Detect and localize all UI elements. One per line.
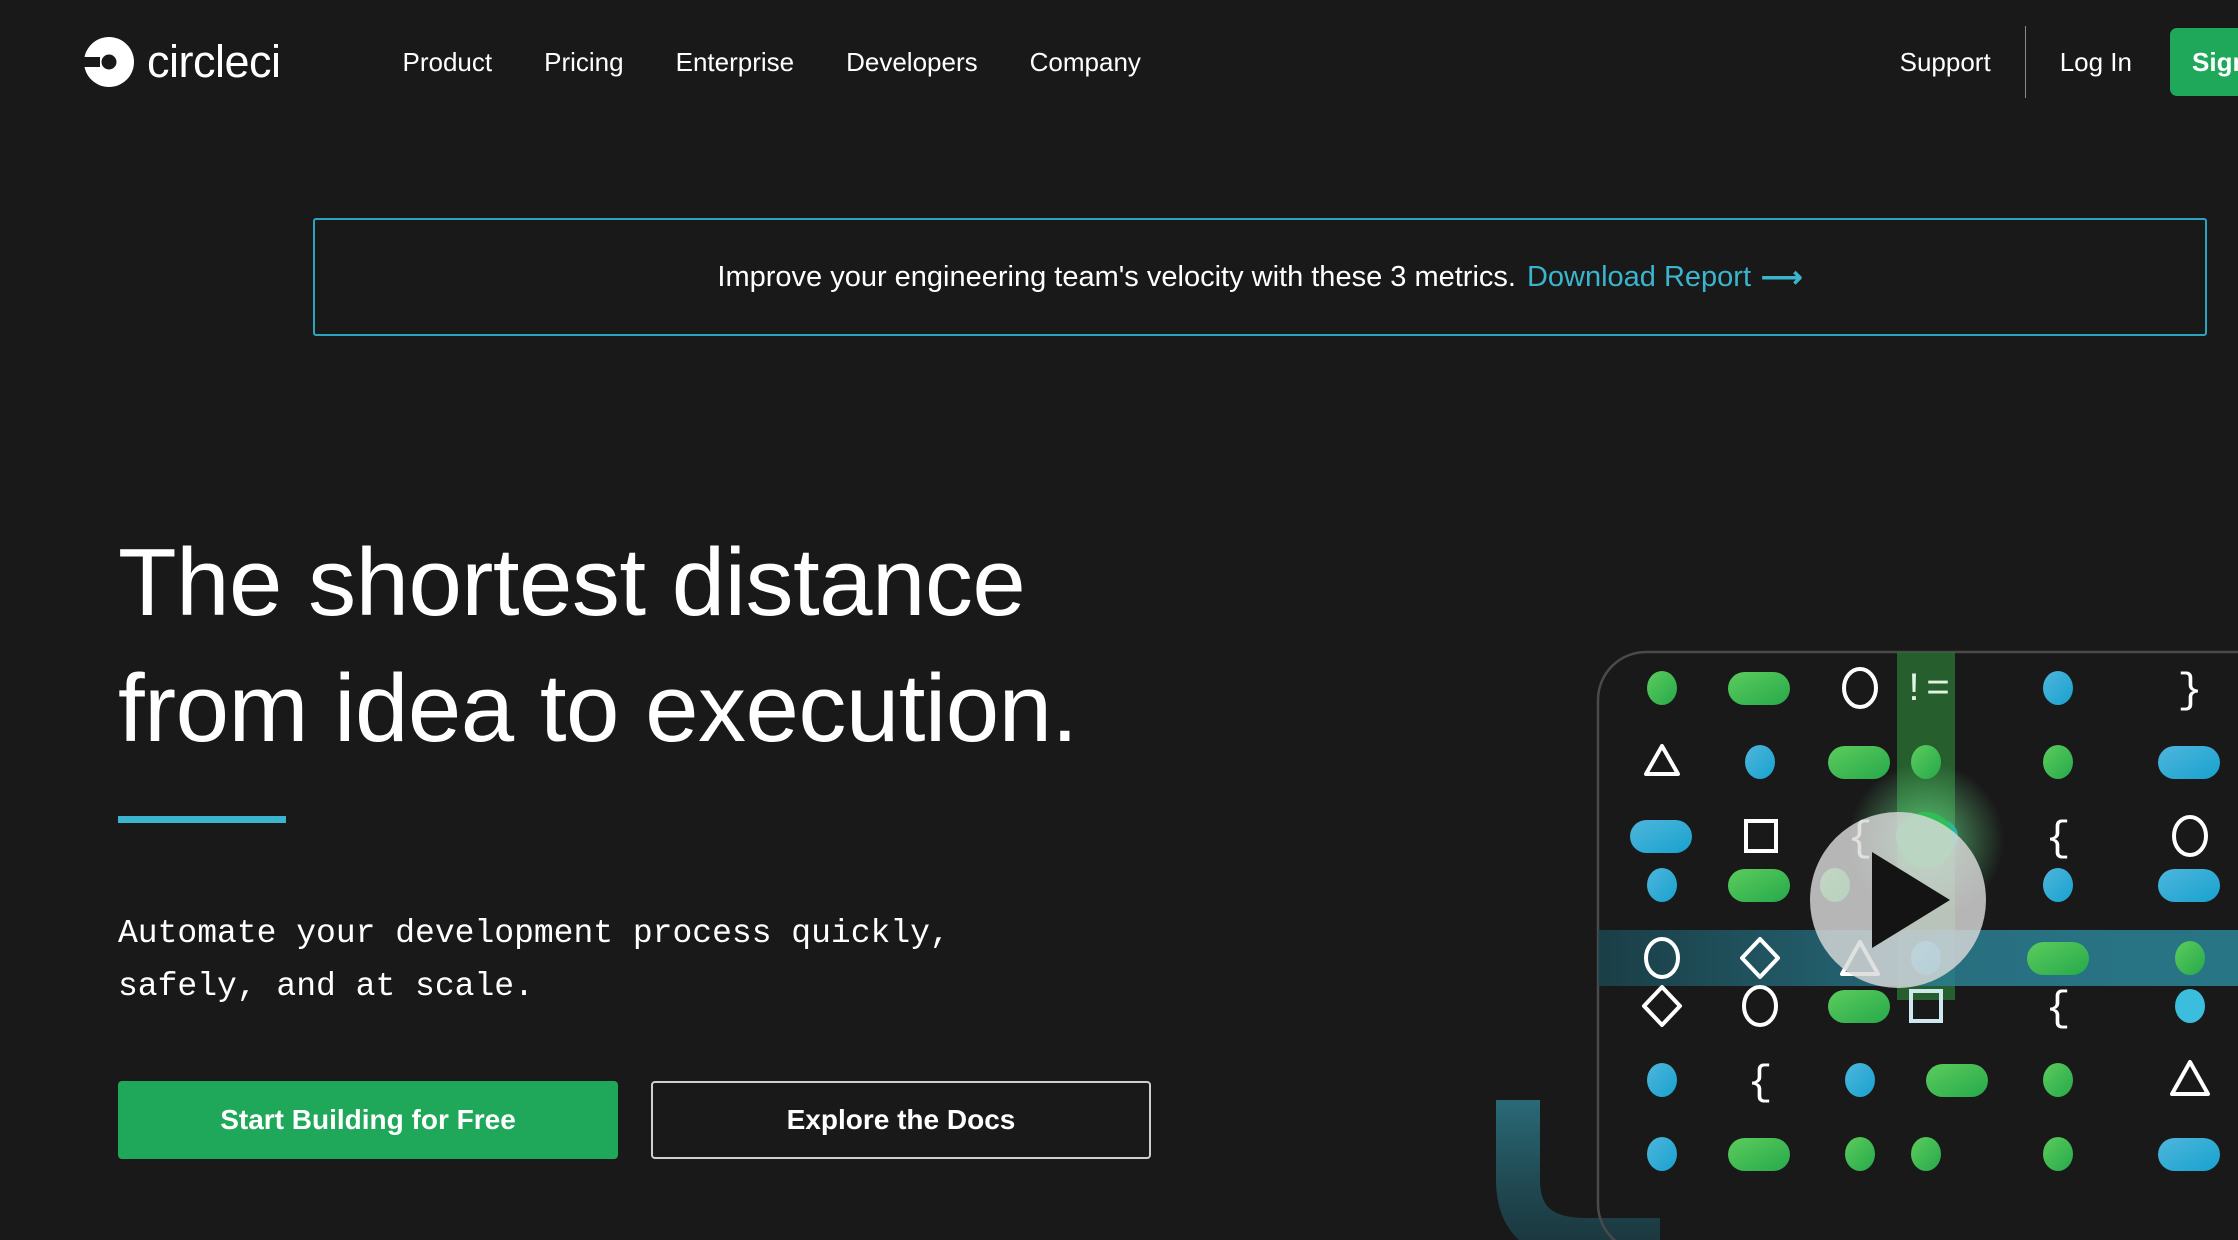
nav-item-developers[interactable]: Developers bbox=[820, 37, 1004, 88]
pill-blue bbox=[2158, 869, 2220, 902]
hero-title-line-2: from idea to execution. bbox=[118, 654, 1078, 762]
brace-close-glyph: } bbox=[2177, 667, 2202, 715]
dot-blue bbox=[2043, 868, 2073, 902]
dot-green bbox=[2043, 745, 2073, 779]
dot-green bbox=[2175, 941, 2205, 975]
pill-green bbox=[1828, 990, 1890, 1023]
circle-outline bbox=[2172, 815, 2208, 857]
triangle-outline bbox=[1644, 744, 1680, 776]
nav-item-support[interactable]: Support bbox=[1866, 47, 2025, 78]
shape-row: != } bbox=[1647, 667, 2203, 715]
start-building-button[interactable]: Start Building for Free bbox=[118, 1081, 618, 1160]
dot-green bbox=[2043, 1137, 2073, 1171]
shape-row bbox=[1647, 1137, 2220, 1171]
teal-pipeline-path bbox=[1496, 1100, 1660, 1240]
nav-item-product[interactable]: Product bbox=[377, 37, 519, 88]
dot-blue bbox=[2175, 989, 2205, 1023]
banner-download-report-link[interactable]: Download Report bbox=[1527, 261, 1751, 294]
brace-open-glyph: { bbox=[1747, 1059, 1772, 1107]
triangle-outline bbox=[2170, 1060, 2210, 1096]
dot-blue bbox=[2043, 671, 2073, 705]
pill-green bbox=[1728, 672, 1790, 705]
logo-link[interactable]: circleci bbox=[82, 36, 281, 88]
brace-open-glyph: { bbox=[2045, 815, 2070, 863]
circle-outline bbox=[1842, 667, 1878, 709]
pill-blue bbox=[2158, 1138, 2220, 1171]
hero-title-line-1: The shortest distance bbox=[118, 529, 1026, 636]
hero-section: The shortest distance from idea to execu… bbox=[118, 520, 1368, 1160]
pill-green bbox=[2027, 942, 2089, 975]
dot-green bbox=[1911, 745, 1941, 779]
square-outline bbox=[1744, 819, 1778, 853]
not-equal-glyph: != bbox=[1902, 668, 1950, 713]
shape-row bbox=[1644, 744, 2220, 779]
primary-nav: Product Pricing Enterprise Developers Co… bbox=[377, 37, 1167, 88]
hero-accent-rule bbox=[118, 815, 286, 823]
page-title: The shortest distance from idea to execu… bbox=[118, 520, 1368, 772]
dot-blue bbox=[1745, 745, 1775, 779]
nav-item-company[interactable]: Company bbox=[1004, 37, 1167, 88]
pill-green bbox=[1728, 1138, 1790, 1171]
shape-row: { bbox=[1642, 985, 2205, 1033]
nav-item-login[interactable]: Log In bbox=[2026, 47, 2166, 78]
dot-blue bbox=[1647, 1137, 1677, 1171]
dot-blue bbox=[1647, 868, 1677, 902]
hero-subtitle-line-2: safely, and at scale. bbox=[118, 967, 534, 1005]
diamond-outline bbox=[1642, 985, 1682, 1027]
hero-subtitle: Automate your development process quickl… bbox=[118, 907, 1058, 1014]
dot-green bbox=[1845, 1137, 1875, 1171]
site-header: circleci Product Pricing Enterprise Deve… bbox=[0, 0, 2238, 124]
hero-illustration[interactable]: != } {{{ bbox=[1490, 540, 2238, 1240]
nav-item-enterprise[interactable]: Enterprise bbox=[650, 37, 821, 88]
secondary-nav: Support Log In Sign Up bbox=[1866, 26, 2238, 98]
dot-green bbox=[2043, 1063, 2073, 1097]
dot-blue bbox=[1647, 1063, 1677, 1097]
nav-item-pricing[interactable]: Pricing bbox=[518, 37, 649, 88]
pill-green bbox=[1828, 746, 1890, 779]
hero-subtitle-line-1: Automate your development process quickl… bbox=[118, 914, 950, 952]
dot-green bbox=[1647, 671, 1677, 705]
pill-blue bbox=[1630, 820, 1692, 853]
shape-row: { bbox=[1647, 1059, 2210, 1107]
dot-blue bbox=[1845, 1063, 1875, 1097]
arrow-right-icon: ⟶ bbox=[1761, 261, 1803, 294]
explore-docs-button[interactable]: Explore the Docs bbox=[651, 1081, 1151, 1160]
pill-green bbox=[1728, 869, 1790, 902]
pill-blue bbox=[2158, 746, 2220, 779]
signup-button[interactable]: Sign Up bbox=[2170, 28, 2238, 96]
circle-outline bbox=[1742, 985, 1778, 1027]
logo-wordmark: circleci bbox=[147, 36, 281, 87]
circleci-logo-icon bbox=[82, 37, 134, 87]
hero-cta-group: Start Building for Free Explore the Docs bbox=[118, 1081, 1368, 1160]
banner-message: Improve your engineering team's velocity… bbox=[717, 260, 1516, 293]
play-button-icon[interactable] bbox=[1810, 812, 1986, 988]
brace-open-glyph: { bbox=[2045, 985, 2070, 1033]
announcement-banner[interactable]: Improve your engineering team's velocity… bbox=[313, 218, 2207, 336]
pill-green bbox=[1926, 1064, 1988, 1097]
page-root: circleci Product Pricing Enterprise Deve… bbox=[0, 0, 2238, 1240]
dot-green bbox=[1911, 1137, 1941, 1171]
illustration-canvas: != } {{{ bbox=[1496, 650, 2238, 1240]
